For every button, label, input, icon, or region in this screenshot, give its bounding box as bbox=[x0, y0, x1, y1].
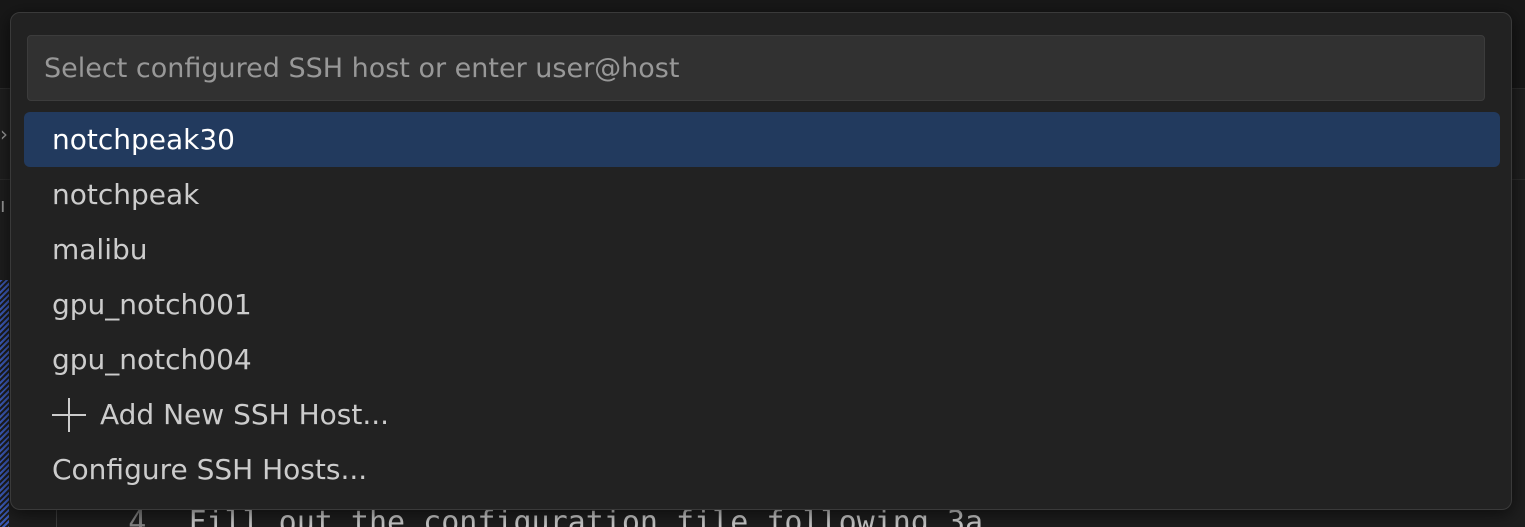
chevron-right-icon: › bbox=[0, 122, 8, 146]
gutter-change-marker bbox=[0, 280, 9, 527]
host-item-gpu-notch001[interactable]: gpu_notch001 bbox=[24, 277, 1500, 332]
host-item-label: gpu_notch001 bbox=[52, 288, 252, 321]
host-item-label: notchpeak30 bbox=[52, 123, 235, 156]
host-item-label: gpu_notch004 bbox=[52, 343, 252, 376]
host-item-notchpeak[interactable]: notchpeak bbox=[24, 167, 1500, 222]
host-item-notchpeak30[interactable]: notchpeak30 bbox=[24, 112, 1500, 167]
add-host-label: Add New SSH Host... bbox=[100, 398, 390, 431]
add-new-ssh-host-item[interactable]: Add New SSH Host... bbox=[24, 387, 1500, 442]
host-item-gpu-notch004[interactable]: gpu_notch004 bbox=[24, 332, 1500, 387]
host-item-malibu[interactable]: malibu bbox=[24, 222, 1500, 277]
host-item-label: notchpeak bbox=[52, 178, 200, 211]
ssh-host-quick-pick: notchpeak30 notchpeak malibu gpu_notch00… bbox=[10, 12, 1512, 510]
configure-ssh-hosts-item[interactable]: Configure SSH Hosts... bbox=[24, 442, 1500, 497]
configure-hosts-label: Configure SSH Hosts... bbox=[52, 453, 368, 486]
ssh-host-input[interactable] bbox=[27, 35, 1485, 101]
ssh-host-list: notchpeak30 notchpeak malibu gpu_notch00… bbox=[24, 112, 1500, 497]
plus-icon bbox=[52, 397, 86, 432]
host-item-label: malibu bbox=[52, 233, 148, 266]
editor-edge-glyph: ı bbox=[0, 193, 6, 217]
